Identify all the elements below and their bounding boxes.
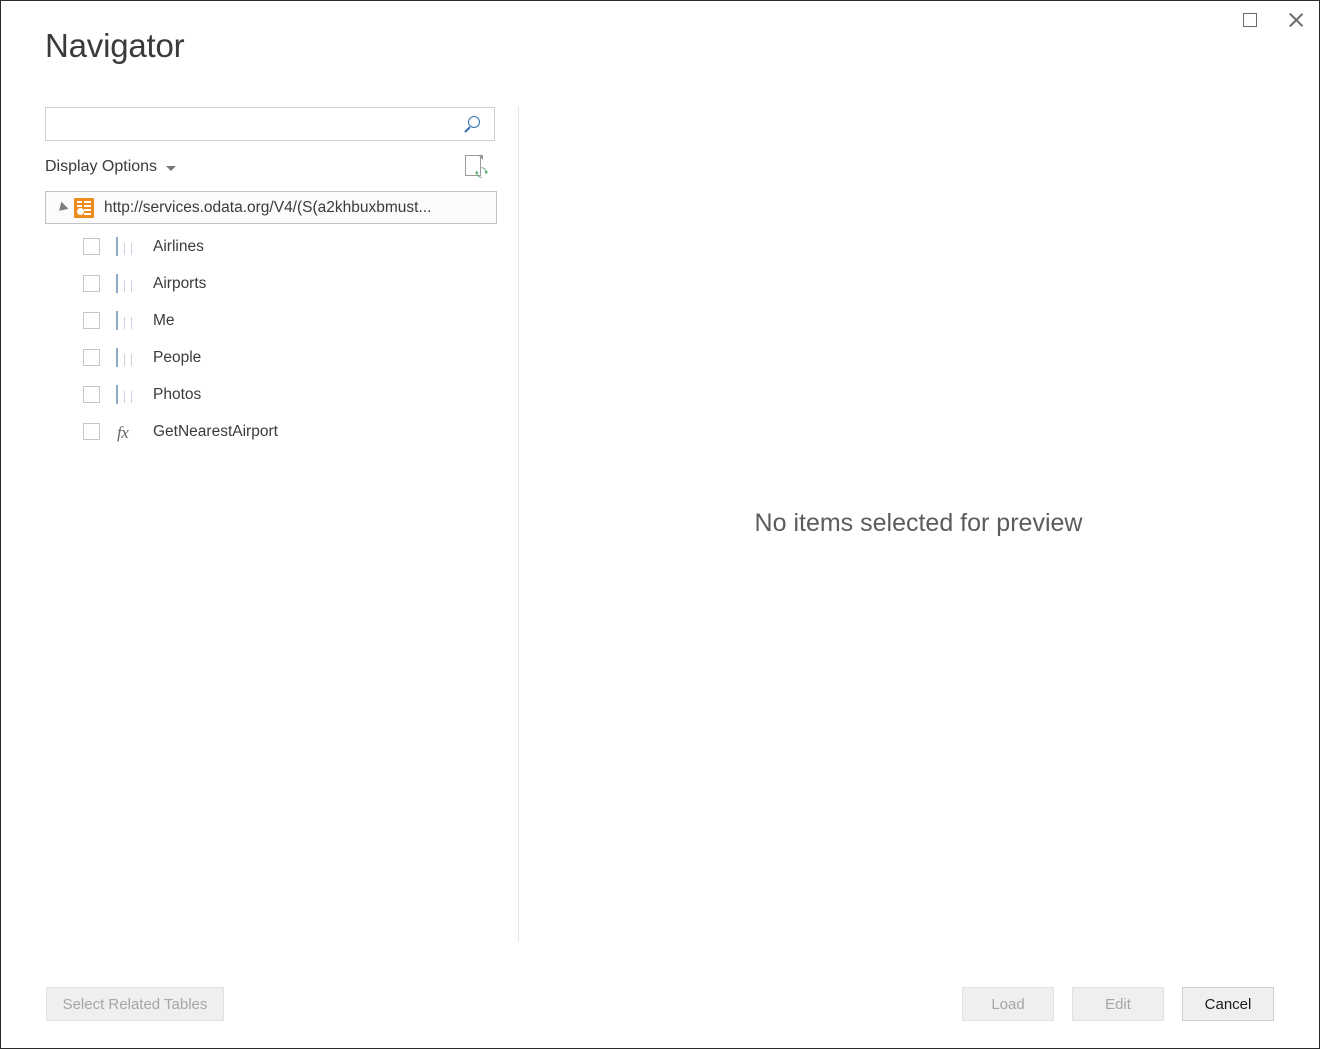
table-icon <box>116 275 138 293</box>
search-icon <box>468 116 485 133</box>
maximize-icon <box>1243 13 1257 27</box>
display-options-dropdown[interactable]: Display Options <box>45 158 176 176</box>
left-panel: Display Options <box>45 107 497 450</box>
load-button[interactable]: Load <box>962 987 1054 1021</box>
triangle-expanded-icon[interactable] <box>54 200 70 216</box>
preview-pane: No items selected for preview <box>519 106 1318 942</box>
options-row: Display Options <box>45 153 495 181</box>
tree-item-label: Airports <box>153 275 206 293</box>
close-icon <box>1287 11 1305 29</box>
table-icon <box>116 386 138 404</box>
table-icon <box>116 349 138 367</box>
tree-root-label: http://services.odata.org/V4/(S(a2khbuxb… <box>104 199 431 217</box>
checkbox-me[interactable] <box>83 312 100 329</box>
checkbox-photos[interactable] <box>83 386 100 403</box>
search-button[interactable] <box>458 108 494 140</box>
checkbox-airlines[interactable] <box>83 238 100 255</box>
close-button[interactable] <box>1273 1 1319 39</box>
function-icon: fx <box>116 423 138 441</box>
tree-item-label: GetNearestAirport <box>153 423 278 441</box>
tree-item-airlines[interactable]: Airlines <box>45 228 497 265</box>
window-controls <box>1227 1 1319 41</box>
maximize-button[interactable] <box>1227 1 1273 39</box>
tree-children: Airlines Airports <box>45 228 497 450</box>
refresh-button[interactable] <box>463 154 487 180</box>
cancel-button[interactable]: Cancel <box>1182 987 1274 1021</box>
tree-item-label: Me <box>153 312 175 330</box>
refresh-arrows-icon <box>475 166 488 179</box>
checkbox-getnearestairport[interactable] <box>83 423 100 440</box>
table-icon <box>116 238 138 256</box>
search-input[interactable] <box>52 108 458 140</box>
edit-button[interactable]: Edit <box>1072 987 1164 1021</box>
search-box[interactable] <box>45 107 495 141</box>
table-icon <box>116 312 138 330</box>
select-related-tables-button[interactable]: Select Related Tables <box>46 987 224 1021</box>
odata-feed-icon <box>74 198 94 218</box>
tree-item-people[interactable]: People <box>45 339 497 376</box>
tree-item-airports[interactable]: Airports <box>45 265 497 302</box>
checkbox-people[interactable] <box>83 349 100 366</box>
navigator-tree: http://services.odata.org/V4/(S(a2khbuxb… <box>45 191 497 450</box>
tree-item-me[interactable]: Me <box>45 302 497 339</box>
tree-item-label: People <box>153 349 201 367</box>
dialog-footer: Select Related Tables Load Edit Cancel <box>1 943 1319 1048</box>
tree-root-node[interactable]: http://services.odata.org/V4/(S(a2khbuxb… <box>45 191 497 224</box>
tree-item-label: Airlines <box>153 238 204 256</box>
tree-item-label: Photos <box>153 386 201 404</box>
page-title: Navigator <box>45 29 184 62</box>
page-fold-icon <box>478 155 483 160</box>
navigator-dialog: Navigator Display Options <box>0 0 1320 1049</box>
tree-item-getnearestairport[interactable]: fx GetNearestAirport <box>45 413 497 450</box>
chevron-down-icon <box>166 166 176 171</box>
checkbox-airports[interactable] <box>83 275 100 292</box>
display-options-label: Display Options <box>45 158 157 176</box>
preview-empty-message: No items selected for preview <box>755 509 1083 538</box>
tree-item-photos[interactable]: Photos <box>45 376 497 413</box>
